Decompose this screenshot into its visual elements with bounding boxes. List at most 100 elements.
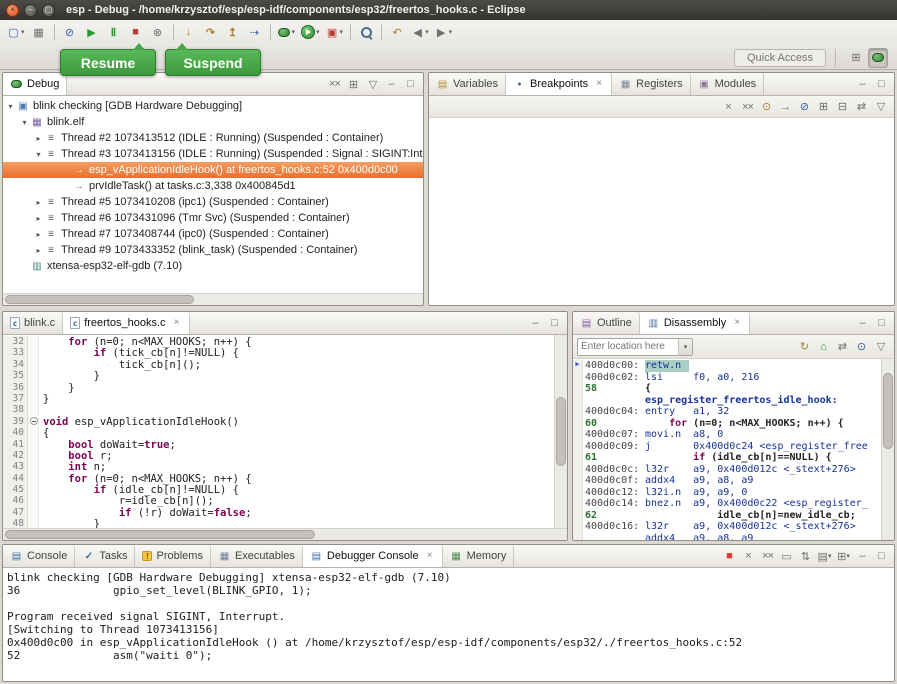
view-menu-button[interactable]: ▽ bbox=[872, 338, 889, 355]
show-breakpoints-supported-button[interactable]: ⊙ bbox=[758, 98, 775, 115]
code-text[interactable]: } bbox=[39, 382, 554, 393]
disassembly-listing[interactable]: ▶ 400d0c00: retw.n 400d0c02: lsi f0, a0,… bbox=[573, 359, 881, 540]
disassembly-vertical-scrollbar[interactable] bbox=[881, 359, 894, 540]
tree-expand-arrow[interactable]: ▸ bbox=[33, 214, 44, 223]
close-tab-icon[interactable] bbox=[425, 551, 435, 561]
maximize-button[interactable]: □ bbox=[546, 315, 563, 332]
fold-margin[interactable] bbox=[27, 370, 39, 381]
maximize-button[interactable]: □ bbox=[873, 76, 890, 93]
fold-margin[interactable] bbox=[27, 359, 39, 370]
tab-debug[interactable]: Debug bbox=[3, 73, 67, 95]
view-layout-button[interactable]: ⊞ bbox=[345, 76, 362, 93]
remove-all-breakpoints-button[interactable]: ×× bbox=[739, 98, 756, 115]
tab-breakpoints[interactable]: Breakpoints bbox=[506, 73, 612, 95]
fold-margin[interactable] bbox=[27, 473, 39, 484]
step-over-button[interactable]: ↷ bbox=[201, 22, 221, 42]
quick-access-button[interactable]: Quick Access bbox=[734, 49, 826, 67]
window-maximize-button[interactable]: ▢ bbox=[42, 4, 55, 17]
line-number-ruler[interactable]: 43 bbox=[3, 461, 27, 472]
tab-freertos-hooks-c[interactable]: freertos_hooks.c bbox=[63, 312, 189, 334]
remove-all-terminated-button[interactable]: ×× bbox=[326, 76, 343, 93]
code-text[interactable]: if (!r) doWait=false; bbox=[39, 507, 554, 518]
code-editor-lines[interactable]: 32 for (n=0; n<MAX_HOOKS; n++) { 33 if (… bbox=[3, 335, 554, 528]
tree-expand-arrow[interactable]: ▸ bbox=[33, 246, 44, 255]
code-text[interactable]: if (idle_cb[n]!=NULL) { bbox=[39, 484, 554, 495]
remove-breakpoint-button[interactable]: × bbox=[720, 98, 737, 115]
code-text[interactable]: { bbox=[39, 427, 554, 438]
go-to-file-button[interactable]: → bbox=[777, 98, 794, 115]
expand-all-button[interactable]: ⊞ bbox=[815, 98, 832, 115]
code-text[interactable]: for (n=0; n<MAX_HOOKS; n++) { bbox=[39, 336, 554, 347]
tree-expand-arrow[interactable]: ▸ bbox=[33, 198, 44, 207]
debug-tree-row[interactable]: ▸ Thread #2 1073413512 (IDLE : Running) … bbox=[3, 130, 423, 146]
code-text[interactable] bbox=[39, 404, 554, 415]
code-text[interactable]: bool doWait=true; bbox=[39, 439, 554, 450]
scrollbar-thumb[interactable] bbox=[883, 373, 893, 449]
debug-tree-row[interactable]: ▸ Thread #5 1073410208 (ipc1) (Suspended… bbox=[3, 194, 423, 210]
show-source-button[interactable]: ⊙ bbox=[853, 338, 870, 355]
line-number-ruler[interactable]: 46 bbox=[3, 495, 27, 506]
go-to-pc-button[interactable]: ⌂ bbox=[815, 338, 832, 355]
fold-margin[interactable] bbox=[27, 416, 39, 427]
disassembly-body[interactable]: ▶ 400d0c00: retw.n 400d0c02: lsi f0, a0,… bbox=[573, 359, 894, 540]
scrollbar-thumb[interactable] bbox=[5, 530, 315, 539]
code-text[interactable]: void esp_vApplicationIdleHook() bbox=[39, 416, 554, 427]
window-minimize-button[interactable]: – bbox=[24, 4, 37, 17]
line-number-ruler[interactable]: 38 bbox=[3, 404, 27, 415]
tab-debugger-console[interactable]: Debugger Console bbox=[303, 545, 443, 567]
close-tab-icon[interactable] bbox=[732, 318, 742, 328]
suspend-button[interactable]: Ⅱ bbox=[104, 22, 124, 42]
maximize-button[interactable]: □ bbox=[873, 315, 890, 332]
console-output[interactable]: blink checking [GDB Hardware Debugging] … bbox=[3, 568, 894, 681]
debug-tree-row[interactable]: prvIdleTask() at tasks.c:3,338 0x400845d… bbox=[3, 178, 423, 194]
debug-tree-row[interactable]: xtensa-esp32-elf-gdb (7.10) bbox=[3, 258, 423, 274]
scroll-lock-button[interactable]: ⇅ bbox=[797, 548, 814, 565]
refresh-view-button[interactable]: ↻ bbox=[796, 338, 813, 355]
save-button[interactable]: ▦ bbox=[29, 22, 49, 42]
window-titlebar[interactable]: × – ▢ esp - Debug - /home/krzysztof/esp/… bbox=[0, 0, 897, 20]
close-tab-icon[interactable] bbox=[172, 318, 182, 328]
tree-expand-arrow[interactable]: ▸ bbox=[33, 230, 44, 239]
editor-horizontal-scrollbar[interactable] bbox=[3, 528, 567, 540]
disconnect-button[interactable]: ⊗ bbox=[148, 22, 168, 42]
minimize-button[interactable]: – bbox=[854, 548, 871, 565]
remove-all-launches-button[interactable]: ×× bbox=[759, 548, 776, 565]
tree-expand-arrow[interactable]: ▸ bbox=[33, 134, 44, 143]
fold-margin[interactable] bbox=[27, 461, 39, 472]
location-combo[interactable]: ▾ bbox=[577, 338, 693, 356]
fold-margin[interactable] bbox=[27, 495, 39, 506]
code-text[interactable]: } bbox=[39, 518, 554, 528]
tab-tasks[interactable]: Tasks bbox=[75, 545, 135, 567]
line-number-ruler[interactable]: 40 bbox=[3, 427, 27, 438]
line-number-ruler[interactable]: 37 bbox=[3, 393, 27, 404]
fold-margin[interactable] bbox=[27, 518, 39, 528]
skip-all-breakpoints-button[interactable]: ⊘ bbox=[796, 98, 813, 115]
search-button[interactable] bbox=[356, 22, 376, 42]
line-number-ruler[interactable]: 42 bbox=[3, 450, 27, 461]
scrollbar-thumb[interactable] bbox=[5, 295, 194, 304]
debug-tree-row[interactable]: ▾ blink.elf bbox=[3, 114, 423, 130]
line-number-ruler[interactable]: 45 bbox=[3, 484, 27, 495]
line-number-ruler[interactable]: 39 bbox=[3, 416, 27, 427]
window-close-button[interactable]: × bbox=[6, 4, 19, 17]
clear-console-button[interactable]: ▭ bbox=[778, 548, 795, 565]
fold-margin[interactable] bbox=[27, 439, 39, 450]
line-number-ruler[interactable]: 36 bbox=[3, 382, 27, 393]
view-menu-button[interactable]: ▽ bbox=[364, 76, 381, 93]
tab-blink-c[interactable]: blink.c bbox=[3, 312, 63, 334]
tab-registers[interactable]: Registers bbox=[612, 73, 690, 95]
fold-margin[interactable] bbox=[27, 450, 39, 461]
fold-margin[interactable] bbox=[27, 347, 39, 358]
line-number-ruler[interactable]: 33 bbox=[3, 347, 27, 358]
debug-tree-row[interactable]: ▸ Thread #9 1073433352 (blink_task) (Sus… bbox=[3, 242, 423, 258]
last-edit-location-button[interactable]: ↶ bbox=[387, 22, 407, 42]
code-text[interactable]: } bbox=[39, 370, 554, 381]
tab-problems[interactable]: Problems bbox=[135, 545, 210, 567]
forward-button[interactable]: ▶ bbox=[433, 22, 455, 42]
debug-horizontal-scrollbar[interactable] bbox=[3, 293, 423, 305]
new-button[interactable]: ▢ bbox=[5, 22, 27, 42]
remove-launch-button[interactable]: × bbox=[740, 548, 757, 565]
tab-modules[interactable]: Modules bbox=[691, 73, 765, 95]
collapse-all-button[interactable]: ⊟ bbox=[834, 98, 851, 115]
terminate-button[interactable]: ■ bbox=[721, 548, 738, 565]
